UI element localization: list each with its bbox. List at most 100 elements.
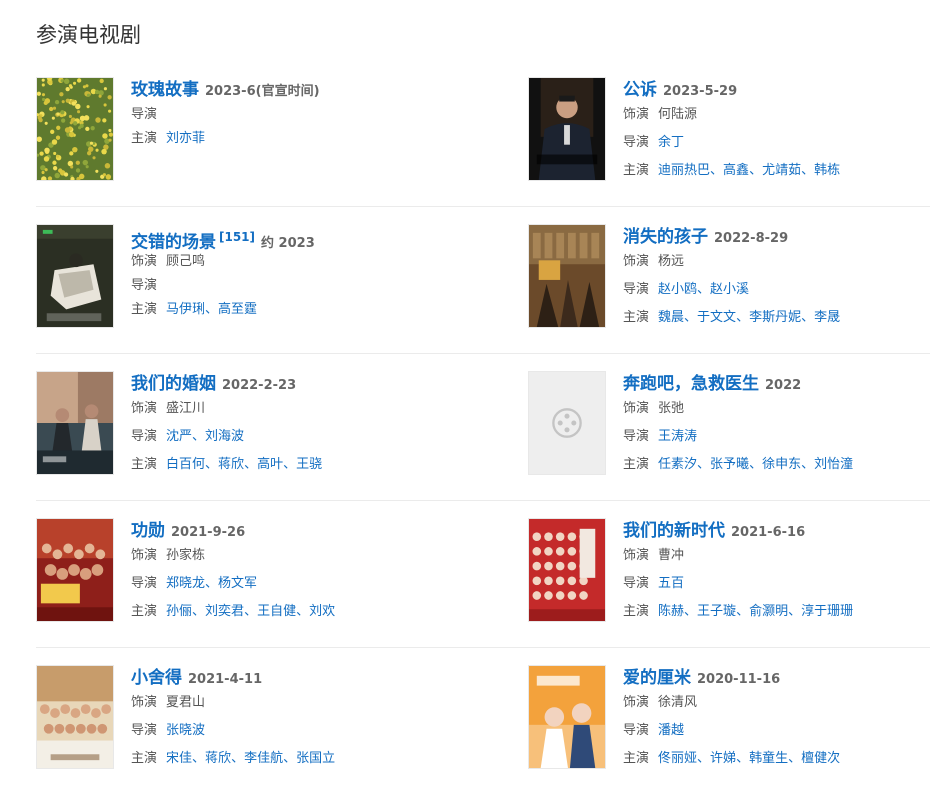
person-link[interactable]: 刘怡潼 <box>814 457 853 472</box>
drama-title-link[interactable]: 玫瑰故事 <box>131 80 199 100</box>
drama-title-link[interactable]: 我们的婚姻 <box>131 374 216 394</box>
person-link[interactable]: 五百 <box>658 576 684 591</box>
person-link[interactable]: 赵小溪 <box>710 282 749 297</box>
release-date: 约 2023 <box>261 236 315 252</box>
drama-poster[interactable] <box>528 518 606 622</box>
name-separator: 、 <box>736 751 750 766</box>
person-link[interactable]: 蒋欣 <box>205 751 231 766</box>
drama-title-link[interactable]: 消失的孩子 <box>623 227 708 247</box>
person-link[interactable]: 沈严 <box>166 429 192 444</box>
person-list: 郑晓龙、杨文军 <box>166 576 257 591</box>
person-link[interactable]: 潘越 <box>658 723 684 738</box>
name-separator: 、 <box>192 751 206 766</box>
person-link[interactable]: 魏晨 <box>658 310 684 325</box>
role-name: 何陆源 <box>658 107 698 122</box>
drama-title-link[interactable]: 我们的新时代 <box>623 521 725 541</box>
section-title: 参演电视剧 <box>36 23 141 47</box>
drama-title-link[interactable]: 小舍得 <box>131 668 182 688</box>
person-link[interactable]: 余丁 <box>658 135 684 150</box>
person-link[interactable]: 刘奕君 <box>205 604 244 619</box>
person-list: 潘越 <box>658 723 684 738</box>
credit-row: 主演 陈赫、王子璇、俞灏明、淳于珊珊 <box>623 604 930 620</box>
drama-poster[interactable] <box>36 77 114 181</box>
drama-title-link[interactable]: 交错的场景 <box>131 232 216 252</box>
drama-poster[interactable] <box>528 77 606 181</box>
credit-label: 主演 <box>623 163 650 178</box>
person-list: 孙俪、刘奕君、王自健、刘欢 <box>166 604 335 619</box>
person-link[interactable]: 王涛涛 <box>658 429 697 444</box>
name-separator: 、 <box>205 576 219 591</box>
person-link[interactable]: 郑晓龙 <box>166 576 205 591</box>
drama-poster[interactable] <box>528 665 606 769</box>
person-link[interactable]: 孙俪 <box>166 604 192 619</box>
role-name: 孙家栋 <box>166 548 206 563</box>
person-link[interactable]: 刘海波 <box>205 429 244 444</box>
person-link[interactable]: 高叶 <box>257 457 283 472</box>
person-link[interactable]: 王骁 <box>296 457 322 472</box>
person-link[interactable]: 佟丽娅 <box>658 751 697 766</box>
drama-poster[interactable] <box>36 224 114 328</box>
credit-label: 主演 <box>623 751 650 766</box>
person-link[interactable]: 马伊琍 <box>166 302 205 317</box>
drama-info: 我们的新时代 2021-6-16 饰演 曹冲 导演 五百 主演 陈赫、王子璇、俞灏明、淳于珊珊 <box>623 518 930 620</box>
person-link[interactable]: 王子璇 <box>697 604 736 619</box>
credit-label: 饰演 <box>623 107 650 122</box>
person-list: 魏晨、于文文、李斯丹妮、李晟 <box>658 310 840 325</box>
person-link[interactable]: 陈赫 <box>658 604 684 619</box>
release-date: 2022-2-23 <box>222 378 297 393</box>
name-separator: 、 <box>788 604 802 619</box>
drama-title-link[interactable]: 奔跑吧，急救医生 <box>623 374 759 394</box>
person-link[interactable]: 张晓波 <box>166 723 205 738</box>
person-link[interactable]: 李斯丹妮 <box>749 310 801 325</box>
person-link[interactable]: 尤靖茹 <box>762 163 801 178</box>
person-list: 宋佳、蒋欣、李佳航、张国立 <box>166 751 335 766</box>
person-link[interactable]: 宋佳 <box>166 751 192 766</box>
person-link[interactable]: 白百何 <box>166 457 205 472</box>
person-link[interactable]: 许娣 <box>710 751 736 766</box>
person-link[interactable]: 赵小鸥 <box>658 282 697 297</box>
person-link[interactable]: 俞灏明 <box>749 604 788 619</box>
person-link[interactable]: 李晟 <box>814 310 840 325</box>
drama-info: 玫瑰故事 2023-6(官宣时间) 导演 主演 刘亦菲 <box>131 77 528 147</box>
credit-label: 饰演 <box>131 548 158 563</box>
role-name: 曹冲 <box>658 548 685 563</box>
drama-card: 功勋 2021-9-26 饰演 孙家栋 导演 郑晓龙、杨文军 主演 孙俪、刘奕君、王自健、刘欢 <box>36 501 528 648</box>
drama-poster[interactable] <box>528 224 606 328</box>
person-link[interactable]: 蒋欣 <box>218 457 244 472</box>
drama-poster[interactable] <box>36 518 114 622</box>
person-link[interactable]: 张予曦 <box>710 457 749 472</box>
credit-row: 主演 魏晨、于文文、李斯丹妮、李晟 <box>623 310 930 326</box>
person-link[interactable]: 张国立 <box>296 751 335 766</box>
credit-row: 主演 迪丽热巴、高鑫、尤靖茹、韩栋 <box>623 163 930 179</box>
citation-link[interactable]: [151] <box>219 230 255 244</box>
drama-title-line: 我们的婚姻 2022-2-23 <box>131 371 528 397</box>
person-link[interactable]: 迪丽热巴 <box>658 163 710 178</box>
person-link[interactable]: 杨文军 <box>218 576 257 591</box>
credit-row: 主演 宋佳、蒋欣、李佳航、张国立 <box>131 751 528 767</box>
name-separator: 、 <box>736 604 750 619</box>
role-name: 顾己鸣 <box>166 254 206 269</box>
person-link[interactable]: 韩栋 <box>814 163 840 178</box>
person-link[interactable]: 任素汐 <box>658 457 697 472</box>
drama-card: 爱的厘米 2020-11-16 饰演 徐清风 导演 潘越 主演 佟丽娅、许娣、韩童生、檀健次 <box>528 648 930 795</box>
drama-poster[interactable] <box>36 665 114 769</box>
credit-row: 饰演 盛江川 <box>131 401 528 417</box>
drama-title-link[interactable]: 公诉 <box>623 80 657 100</box>
drama-poster[interactable] <box>36 371 114 475</box>
person-link[interactable]: 韩童生 <box>749 751 788 766</box>
drama-poster[interactable] <box>528 371 606 475</box>
person-link[interactable]: 刘亦菲 <box>166 131 205 146</box>
person-link[interactable]: 刘欢 <box>309 604 335 619</box>
person-link[interactable]: 于文文 <box>697 310 736 325</box>
person-link[interactable]: 檀健次 <box>801 751 840 766</box>
drama-title-link[interactable]: 爱的厘米 <box>623 668 691 688</box>
person-link[interactable]: 李佳航 <box>244 751 283 766</box>
person-link[interactable]: 王自健 <box>257 604 296 619</box>
credit-label: 导演 <box>623 723 650 738</box>
person-link[interactable]: 高鑫 <box>723 163 749 178</box>
person-link[interactable]: 高至霆 <box>218 302 257 317</box>
person-link[interactable]: 徐申东 <box>762 457 801 472</box>
drama-title-link[interactable]: 功勋 <box>131 521 165 541</box>
person-link[interactable]: 淳于珊珊 <box>801 604 853 619</box>
name-separator: 、 <box>684 604 698 619</box>
